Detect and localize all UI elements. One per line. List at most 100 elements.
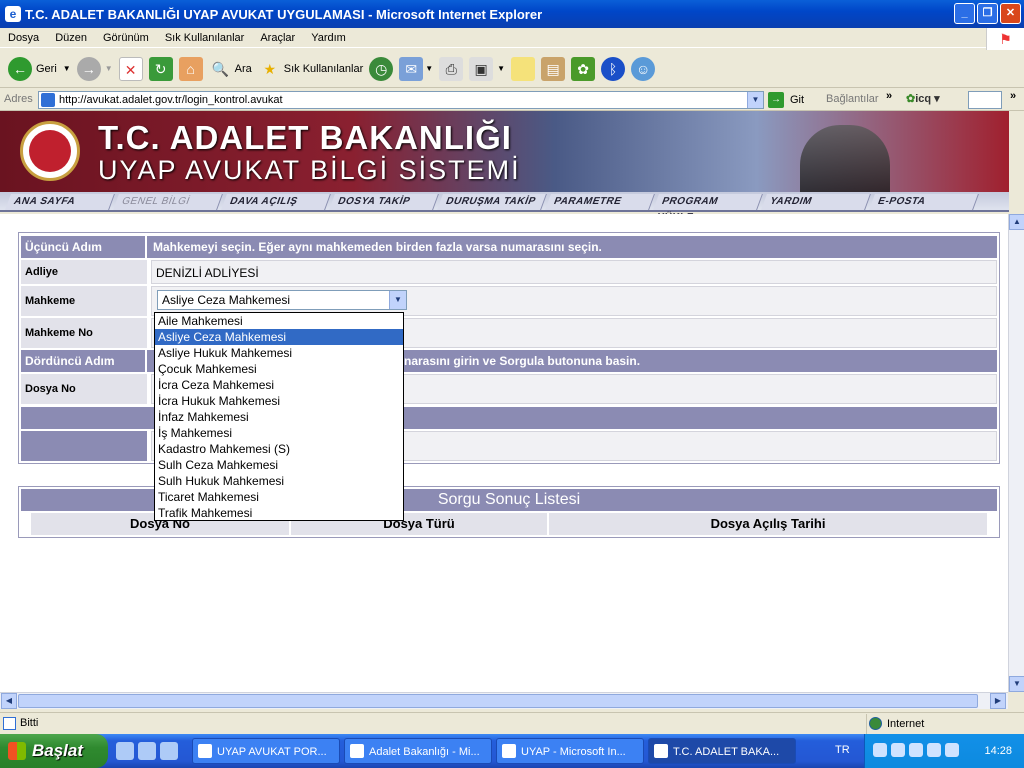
icq-toolbar-button[interactable]: ✿icq ▾	[906, 92, 940, 105]
address-input[interactable]: http://avukat.adalet.gov.tr/login_kontro…	[38, 91, 764, 109]
scroll-down-icon[interactable]: ▼	[1009, 676, 1024, 692]
scroll-left-icon[interactable]: ◀	[1, 693, 17, 709]
option-is[interactable]: İş Mahkemesi	[155, 425, 403, 441]
nav-dosya-takip[interactable]: DOSYA TAKİP	[329, 194, 439, 210]
search-button[interactable]: 🔍 Ara	[208, 56, 252, 81]
forward-dropdown-icon[interactable]: ▼	[105, 64, 113, 73]
vertical-scrollbar[interactable]: ▲ ▼	[1008, 214, 1024, 692]
uyap-banner: T.C. ADALET BAKANLIĞI UYAP AVUKAT BİLGİ …	[0, 111, 1009, 192]
menu-duzen[interactable]: Düzen	[47, 32, 95, 44]
print-button[interactable]: ⎙	[439, 56, 464, 81]
nav-e-posta[interactable]: E-POSTA	[869, 194, 979, 210]
task-uyap-avukat[interactable]: UYAP AVUKAT POR...	[192, 738, 340, 764]
messenger-button[interactable]: ☺	[631, 56, 656, 81]
language-indicator[interactable]: TR	[835, 744, 850, 756]
scroll-up-icon[interactable]: ▲	[1009, 214, 1024, 230]
volume-icon[interactable]	[945, 743, 959, 757]
history-button[interactable]: ◷	[369, 56, 394, 81]
home-button[interactable]: ⌂	[178, 56, 203, 81]
clock: 14:28	[984, 745, 1012, 757]
start-label: Başlat	[32, 741, 84, 760]
option-icra-ceza[interactable]: İcra Ceza Mahkemesi	[155, 377, 403, 393]
option-sulh-hukuk[interactable]: Sulh Hukuk Mahkemesi	[155, 473, 403, 489]
nav-durusma-takip[interactable]: DURUŞMA TAKİP	[437, 194, 547, 210]
icq-search-input[interactable]	[968, 91, 1002, 109]
home-icon: ⌂	[178, 56, 203, 81]
option-trafik[interactable]: Trafik Mahkemesi	[155, 505, 403, 521]
discuss-button[interactable]	[511, 56, 536, 81]
tray-arrow-icon[interactable]	[873, 743, 887, 757]
task-label-1: Adalet Bakanlığı - Mi...	[369, 746, 480, 758]
icq-flower-icon: ✿	[571, 56, 596, 81]
stop-icon: ✕	[118, 56, 143, 81]
mahkeme-select[interactable]: Asliye Ceza Mahkemesi ▼	[157, 290, 407, 310]
word-icon	[198, 744, 212, 758]
option-infaz[interactable]: İnfaz Mahkemesi	[155, 409, 403, 425]
scroll-right-icon[interactable]: ▶	[990, 693, 1006, 709]
nav-ana-sayfa[interactable]: ANA SAYFA	[5, 194, 115, 210]
bluetooth-button[interactable]: ᛒ	[601, 56, 626, 81]
mail-dropdown-icon[interactable]: ▼	[425, 64, 433, 73]
ie-task-icon	[654, 744, 668, 758]
menu-araclar[interactable]: Araçlar	[252, 32, 303, 44]
media-player-icon[interactable]	[160, 742, 178, 760]
messenger-icon: ☺	[631, 56, 656, 81]
bluetooth-tray-icon[interactable]	[909, 743, 923, 757]
menu-gorunum[interactable]: Görünüm	[95, 32, 157, 44]
back-button[interactable]: ← Geri ▼	[8, 56, 71, 81]
address-dropdown-icon[interactable]: ▼	[747, 92, 763, 108]
adliye-row: Adliye DENİZLİ ADLİYESİ	[21, 260, 997, 284]
links-chevron-icon[interactable]: »	[886, 90, 892, 102]
forward-button[interactable]: → ▼	[76, 56, 113, 81]
search-icon: 🔍	[208, 56, 233, 81]
stop-button[interactable]: ✕	[118, 56, 143, 81]
ie-quicklaunch-icon[interactable]	[138, 742, 156, 760]
option-icra-hukuk[interactable]: İcra Hukuk Mahkemesi	[155, 393, 403, 409]
status-bar: Bitti Internet	[0, 712, 1024, 734]
edit-dropdown-icon[interactable]: ▼	[497, 64, 505, 73]
option-sulh-ceza[interactable]: Sulh Ceza Mahkemesi	[155, 457, 403, 473]
note-icon	[511, 56, 536, 81]
links-label[interactable]: Bağlantılar	[826, 93, 879, 105]
nav-dava-acilis[interactable]: DAVA AÇILIŞ	[221, 194, 331, 210]
toolbar-chevron-icon[interactable]: »	[1010, 90, 1016, 102]
network-icon[interactable]	[891, 743, 905, 757]
menu-dosya[interactable]: Dosya	[0, 32, 47, 44]
start-button[interactable]: Başlat	[0, 734, 108, 768]
chevron-down-icon[interactable]: ▼	[389, 291, 406, 309]
go-button[interactable]: → Git	[768, 92, 804, 108]
close-button[interactable]: ✕	[1000, 3, 1021, 24]
edit-button[interactable]: ▣ ▼	[469, 56, 505, 81]
minimize-button[interactable]: _	[954, 3, 975, 24]
task-uyap-ie[interactable]: UYAP - Microsoft In...	[496, 738, 644, 764]
task-tc-adalet[interactable]: T.C. ADALET BAKA...	[648, 738, 796, 764]
menu-favorites[interactable]: Sık Kullanılanlar	[157, 32, 253, 44]
option-asliye-hukuk[interactable]: Asliye Hukuk Mahkemesi	[155, 345, 403, 361]
maximize-button[interactable]: ❐	[977, 3, 998, 24]
option-kadastro[interactable]: Kadastro Mahkemesi (S)	[155, 441, 403, 457]
show-desktop-icon[interactable]	[116, 742, 134, 760]
option-aile[interactable]: Aile Mahkemesi	[155, 313, 403, 329]
research-button[interactable]: ▤	[541, 56, 566, 81]
mail-button[interactable]: ✉ ▼	[399, 56, 433, 81]
mahkeme-dropdown-list: Aile Mahkemesi Asliye Ceza Mahkemesi Asl…	[154, 312, 404, 521]
antivirus-icon[interactable]	[927, 743, 941, 757]
favorites-button[interactable]: ★ Sık Kullanılanlar	[257, 56, 363, 81]
refresh-button[interactable]: ↻	[148, 56, 173, 81]
mahkeme-label: Mahkeme	[21, 286, 147, 316]
nav-genel-bilgi[interactable]: GENEL BİLGİ	[113, 194, 223, 210]
forward-arrow-icon: →	[76, 56, 101, 81]
horizontal-scrollbar[interactable]: ◀ ▶	[0, 692, 1008, 709]
nav-parametre[interactable]: PARAMETRE	[545, 194, 655, 210]
option-asliye-ceza[interactable]: Asliye Ceza Mahkemesi	[155, 329, 403, 345]
scroll-thumb[interactable]	[18, 694, 978, 708]
icq-button[interactable]: ✿	[571, 56, 596, 81]
nav-yardim[interactable]: YARDIM	[761, 194, 871, 210]
option-ticaret[interactable]: Ticaret Mahkemesi	[155, 489, 403, 505]
ie-icon: e	[5, 6, 21, 22]
back-dropdown-icon[interactable]: ▼	[63, 64, 71, 73]
option-cocuk[interactable]: Çocuk Mahkemesi	[155, 361, 403, 377]
nav-program-yukle[interactable]: PROGRAM YÜKLE	[653, 194, 763, 223]
menu-yardim[interactable]: Yardım	[303, 32, 354, 44]
task-adalet-bakanligi[interactable]: Adalet Bakanlığı - Mi...	[344, 738, 492, 764]
